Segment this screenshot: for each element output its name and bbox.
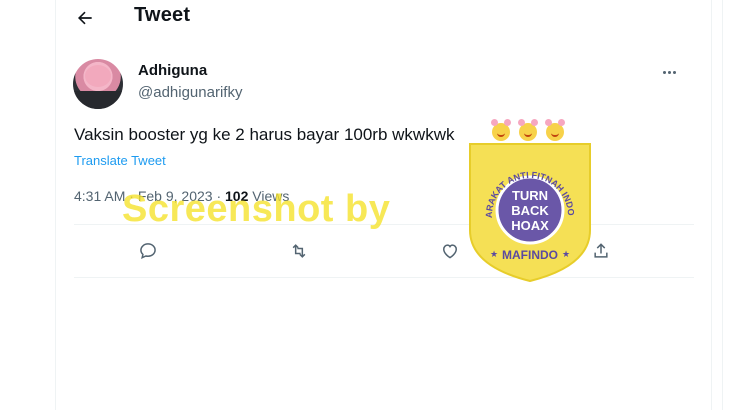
author-handle[interactable]: @adhigunarifky <box>138 84 242 101</box>
retweet-button[interactable] <box>286 238 312 264</box>
retweet-icon <box>292 244 306 258</box>
mafindo-badge: MASYARAKAT ANTI FITNAH INDONESIA TURN BA… <box>466 138 591 283</box>
reply-icon <box>140 243 156 259</box>
star-icon: ★ <box>562 249 570 259</box>
translate-tweet-link[interactable]: Translate Tweet <box>74 153 166 168</box>
avatar-shirt <box>73 91 123 109</box>
badge-center-line2: BACK <box>511 203 549 218</box>
like-button[interactable] <box>437 238 463 264</box>
badge-bottom-text: MAFINDO <box>502 248 558 262</box>
page-title: Tweet <box>134 4 191 26</box>
star-icon: ★ <box>490 249 498 259</box>
back-button[interactable] <box>73 6 97 30</box>
avatar[interactable] <box>73 59 123 109</box>
badge-center-line1: TURN <box>512 188 548 203</box>
badge-center-line3: HOAX <box>511 218 549 233</box>
tweet-header: Tweet <box>56 0 711 36</box>
right-panel-edge <box>722 0 730 410</box>
reply-button[interactable] <box>135 238 161 264</box>
share-icon <box>594 243 608 258</box>
divider <box>74 277 694 278</box>
avatar-face <box>85 65 111 87</box>
author-name[interactable]: Adhiguna <box>138 62 207 79</box>
screenshot-watermark-text: Screenshot by <box>122 188 391 230</box>
more-icon <box>662 70 666 74</box>
like-icon <box>442 244 458 259</box>
tweet-actions <box>56 236 711 266</box>
back-arrow-icon <box>78 11 92 25</box>
more-button[interactable] <box>657 62 681 82</box>
tweet-text: Vaksin booster yg ke 2 harus bayar 100rb… <box>74 125 455 144</box>
tweet-time[interactable]: 4:31 AM <box>74 188 125 204</box>
